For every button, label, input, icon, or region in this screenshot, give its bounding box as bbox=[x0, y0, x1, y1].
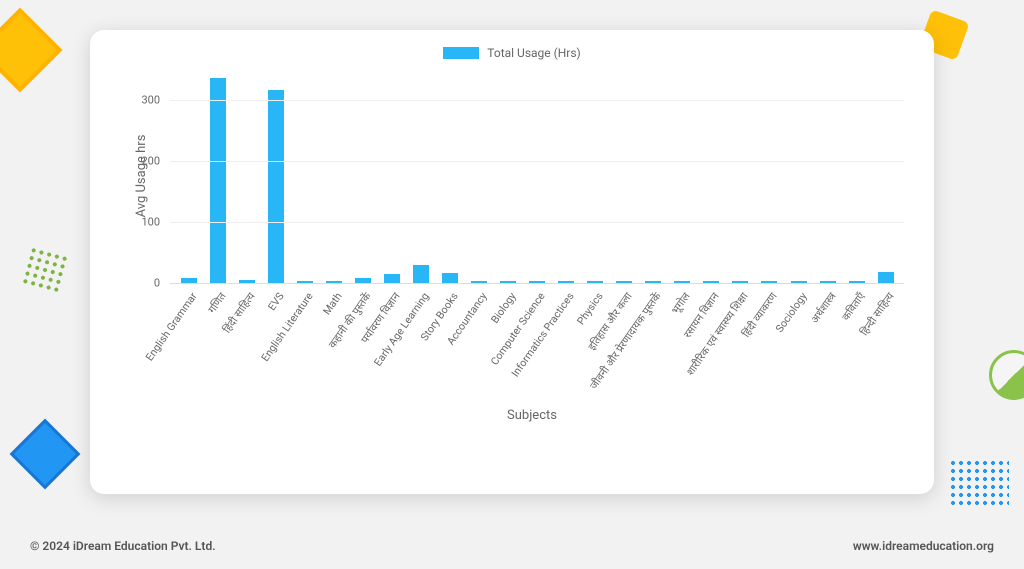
x-tick-label: अर्थशास्त्र bbox=[808, 290, 839, 326]
bar[interactable] bbox=[210, 78, 226, 283]
bar[interactable] bbox=[326, 281, 342, 283]
x-slot: Story Books bbox=[435, 284, 464, 414]
bar-slot bbox=[581, 69, 610, 283]
bar-slot bbox=[203, 69, 232, 283]
bar[interactable] bbox=[732, 281, 748, 283]
bar[interactable] bbox=[849, 281, 865, 283]
x-slot: कविताएँ bbox=[842, 284, 871, 414]
bar[interactable] bbox=[703, 281, 719, 283]
bar-slot bbox=[784, 69, 813, 283]
bar-slot bbox=[668, 69, 697, 283]
y-tick: 200 bbox=[122, 154, 160, 167]
copyright-text: © 2024 iDream Education Pvt. Ltd. bbox=[30, 539, 216, 553]
chart-legend: Total Usage (Hrs) bbox=[114, 44, 910, 63]
x-slot: जीवनी और प्रेरणादायक पुस्तकें bbox=[639, 284, 668, 414]
x-slot: Informatics Practices bbox=[552, 284, 581, 414]
bar-slot bbox=[232, 69, 261, 283]
bars-container bbox=[170, 69, 904, 283]
chart-card: Total Usage (Hrs) Avg Usage hrs 01002003… bbox=[90, 30, 934, 494]
x-tick-label: Math bbox=[320, 290, 344, 317]
site-url: www.idreameducation.org bbox=[853, 539, 994, 553]
x-slot: भूगोल bbox=[668, 284, 697, 414]
bar-slot bbox=[871, 69, 900, 283]
bar-slot bbox=[377, 69, 406, 283]
decor-blue-dots-br bbox=[949, 459, 1009, 509]
bar-slot bbox=[639, 69, 668, 283]
bar[interactable] bbox=[878, 272, 894, 283]
bar-slot bbox=[552, 69, 581, 283]
bar[interactable] bbox=[442, 273, 458, 283]
x-tick-label: English Grammar bbox=[142, 290, 199, 363]
bar-slot bbox=[697, 69, 726, 283]
grid-line bbox=[170, 222, 904, 223]
bar-slot bbox=[290, 69, 319, 283]
bar[interactable] bbox=[529, 281, 545, 283]
bar-slot bbox=[174, 69, 203, 283]
bar-slot bbox=[610, 69, 639, 283]
x-slot: English Literature bbox=[290, 284, 319, 414]
bar[interactable] bbox=[558, 281, 574, 283]
x-tick-label: EVS bbox=[265, 290, 286, 313]
bar-slot bbox=[523, 69, 552, 283]
y-axis: 0100200300 bbox=[122, 69, 166, 283]
x-slot: हिन्दी साहित्य bbox=[871, 284, 900, 414]
bar-slot bbox=[406, 69, 435, 283]
x-slot: Accountancy bbox=[464, 284, 493, 414]
bar-slot bbox=[435, 69, 464, 283]
x-axis-labels: English Grammarगणितहिंदी साहित्यEVSEngli… bbox=[170, 284, 904, 414]
legend-label: Total Usage (Hrs) bbox=[487, 46, 580, 60]
bar-slot bbox=[726, 69, 755, 283]
x-slot: हिंदी व्याकरण bbox=[755, 284, 784, 414]
x-slot: Sociology bbox=[784, 284, 813, 414]
page-footer: © 2024 iDream Education Pvt. Ltd. www.id… bbox=[30, 539, 994, 553]
bar[interactable] bbox=[761, 281, 777, 283]
grid-line bbox=[170, 100, 904, 101]
grid-line bbox=[170, 161, 904, 162]
bar-slot bbox=[261, 69, 290, 283]
x-slot: शारीरिक एवं स्वास्थ्य शिक्षा bbox=[726, 284, 755, 414]
bar[interactable] bbox=[297, 281, 313, 283]
x-tick-label: गणित bbox=[205, 290, 229, 316]
bar-slot bbox=[494, 69, 523, 283]
bar[interactable] bbox=[587, 281, 603, 283]
bar-slot bbox=[348, 69, 377, 283]
bar[interactable] bbox=[645, 281, 661, 283]
bar[interactable] bbox=[239, 280, 255, 283]
x-slot: English Grammar bbox=[174, 284, 203, 414]
bar-slot bbox=[813, 69, 842, 283]
bar-slot bbox=[755, 69, 784, 283]
bar[interactable] bbox=[355, 278, 371, 284]
x-slot: कहानी की पुस्तकें bbox=[348, 284, 377, 414]
y-tick: 0 bbox=[122, 277, 160, 290]
x-slot: Early Age Learning bbox=[406, 284, 435, 414]
bar[interactable] bbox=[616, 281, 632, 283]
bar[interactable] bbox=[471, 281, 487, 283]
x-tick-label: भूगोल bbox=[669, 290, 694, 317]
bar[interactable] bbox=[384, 274, 400, 283]
bar-slot bbox=[464, 69, 493, 283]
bar[interactable] bbox=[820, 281, 836, 283]
bar[interactable] bbox=[500, 281, 516, 283]
bar[interactable] bbox=[674, 281, 690, 283]
chart-plot-area: Avg Usage hrs 0100200300 bbox=[170, 69, 904, 284]
x-slot: अर्थशास्त्र bbox=[813, 284, 842, 414]
legend-swatch-icon bbox=[443, 47, 479, 59]
x-slot: हिंदी साहित्य bbox=[232, 284, 261, 414]
x-tick-label: कविताएँ bbox=[839, 290, 868, 324]
y-tick: 100 bbox=[122, 215, 160, 228]
bar[interactable] bbox=[413, 265, 429, 283]
bar-slot bbox=[319, 69, 348, 283]
bar[interactable] bbox=[268, 90, 284, 283]
bar[interactable] bbox=[791, 281, 807, 283]
x-slot: गणित bbox=[203, 284, 232, 414]
y-tick: 300 bbox=[122, 93, 160, 106]
legend-item-total-usage[interactable]: Total Usage (Hrs) bbox=[443, 46, 580, 60]
bar-slot bbox=[842, 69, 871, 283]
bar[interactable] bbox=[181, 278, 197, 284]
